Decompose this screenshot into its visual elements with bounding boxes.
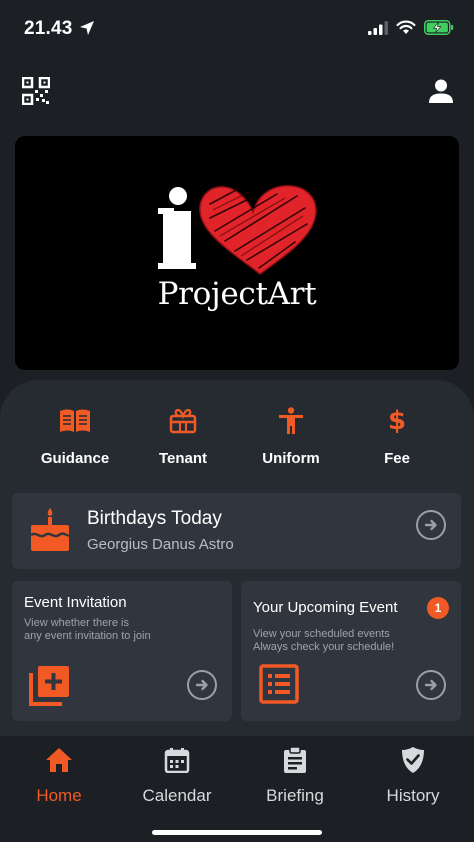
upcoming-event-card[interactable]: Your Upcoming Event 1 View your schedule… [241, 581, 461, 721]
event-invitation-card[interactable]: Event Invitation View whether there is a… [12, 581, 232, 721]
upcoming-event-title: Your Upcoming Event [253, 599, 398, 616]
quick-action-label: Guidance [40, 450, 110, 467]
location-arrow-icon [79, 20, 95, 41]
quick-action-label: Fee [384, 450, 410, 467]
gift-box-icon [128, 406, 238, 436]
status-icons [368, 20, 454, 40]
bottom-navigation: Home Calendar Briefing History [0, 736, 474, 842]
signal-icon [368, 20, 388, 40]
person-standing-icon [236, 406, 346, 436]
birthdays-arrow-icon[interactable] [416, 510, 446, 540]
brand-name: ProjectArt [157, 276, 317, 312]
nav-item-home[interactable]: Home [0, 746, 118, 806]
nav-label-briefing: Briefing [266, 786, 324, 805]
clipboard-icon [236, 746, 354, 774]
list-icon [259, 664, 299, 709]
quick-action-uniform[interactable]: Uniform [236, 406, 346, 467]
event-invitation-title: Event Invitation [24, 594, 127, 611]
event-invitation-desc-line2: any event invitation to join [24, 630, 151, 642]
birthday-cake-icon [29, 507, 71, 558]
nav-label-history: History [386, 786, 440, 805]
event-invitation-desc-line1: View whether there is [24, 617, 129, 629]
status-time: 21.43 [24, 18, 73, 39]
nav-item-calendar[interactable]: Calendar [118, 746, 236, 806]
quick-action-label: Uniform [262, 450, 320, 467]
dollar-icon: $ [387, 406, 407, 436]
banner-logo [158, 185, 317, 275]
status-bar: 21.43 [0, 0, 474, 60]
upcoming-event-desc-line2: Always check your schedule! [253, 641, 395, 653]
nav-item-history[interactable]: History [354, 746, 472, 806]
event-invitation-description: View whether there is any event invitati… [24, 617, 194, 643]
battery-charging-icon [424, 20, 454, 40]
top-bar [0, 60, 474, 124]
qr-code-icon[interactable] [21, 76, 51, 106]
upcoming-event-desc-line1: View your scheduled events [253, 628, 390, 640]
quick-action-tenant[interactable]: Tenant [128, 406, 238, 467]
banner: ProjectArt [15, 136, 459, 370]
quick-action-fee[interactable]: $ Fee [342, 406, 452, 467]
birthdays-card[interactable]: Birthdays Today Georgius Danus Astro [12, 493, 461, 569]
home-icon [0, 746, 118, 774]
upcoming-event-arrow-icon[interactable] [416, 670, 446, 700]
nav-label-calendar: Calendar [142, 786, 212, 805]
wifi-icon [396, 20, 416, 40]
event-invitation-arrow-icon[interactable] [187, 670, 217, 700]
add-box-icon [28, 663, 72, 712]
upcoming-event-badge: 1 [427, 597, 449, 619]
birthdays-subtitle: Georgius Danus Astro [87, 536, 234, 553]
nav-label-home: Home [36, 786, 82, 805]
upcoming-event-description: View your scheduled events Always check … [253, 628, 423, 654]
home-indicator[interactable] [152, 830, 322, 835]
user-icon[interactable] [428, 78, 454, 104]
birthdays-title: Birthdays Today [87, 508, 222, 529]
nav-item-briefing[interactable]: Briefing [236, 746, 354, 806]
book-open-icon [20, 406, 130, 436]
calendar-icon [118, 746, 236, 774]
shield-check-icon [354, 746, 472, 774]
quick-action-label: Tenant [158, 450, 208, 467]
quick-action-guidance[interactable]: Guidance [20, 406, 130, 467]
